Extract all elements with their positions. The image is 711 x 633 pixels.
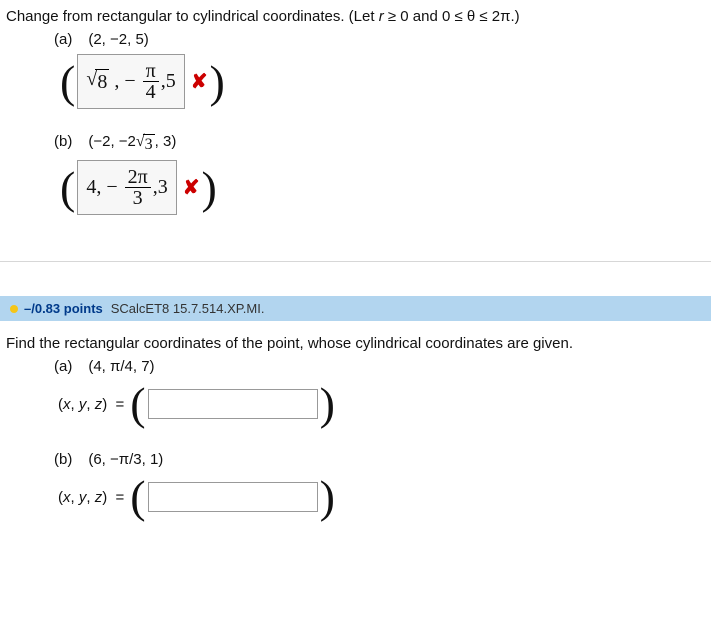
right-paren: ) bbox=[318, 381, 337, 427]
q2b-answer-row: (x, y, z) = ( ) bbox=[58, 474, 705, 520]
q2-prompt: Find the rectangular coordinates of the … bbox=[6, 335, 705, 352]
q1-part-b: (b) (−2, −2√3, 3) ( 4, − 2π3 ,3 ✘ ) bbox=[54, 133, 705, 215]
lhs-label: (x, y, z) = bbox=[58, 489, 124, 506]
divider bbox=[0, 261, 711, 262]
left-paren: ( bbox=[128, 474, 147, 520]
q2b-answer-input[interactable] bbox=[148, 482, 318, 512]
part-given: (−2, −2√3, 3) bbox=[88, 133, 176, 154]
lhs-label: (x, y, z) = bbox=[58, 396, 124, 413]
q2-part-b: (b) (6, −π/3, 1) (x, y, z) = ( ) bbox=[54, 451, 705, 520]
q2a-answer-input[interactable] bbox=[148, 389, 318, 419]
q1b-answer-row: ( 4, − 2π3 ,3 ✘ ) bbox=[58, 160, 705, 215]
question-2: Find the rectangular coordinates of the … bbox=[0, 321, 711, 562]
left-paren: ( bbox=[128, 381, 147, 427]
wrong-icon: ✘ bbox=[183, 175, 200, 200]
q1a-answer-box[interactable]: √8 , − π4 ,5 bbox=[77, 54, 184, 109]
q1-prompt: Change from rectangular to cylindrical c… bbox=[6, 8, 705, 25]
status-dot-icon bbox=[10, 305, 18, 313]
q2a-answer-row: (x, y, z) = ( ) bbox=[58, 381, 705, 427]
left-paren: ( bbox=[58, 59, 77, 105]
right-paren: ) bbox=[207, 59, 226, 105]
q2-part-a: (a) (4, π/4, 7) (x, y, z) = ( ) bbox=[54, 358, 705, 427]
part-given: (2, −2, 5) bbox=[88, 31, 148, 48]
sqrt-icon: √8 bbox=[86, 69, 109, 94]
part-label: (b) bbox=[54, 451, 72, 468]
wrong-icon: ✘ bbox=[191, 69, 208, 94]
fraction: π4 bbox=[143, 61, 159, 102]
points-label: –/0.83 points bbox=[24, 301, 103, 316]
part-given: (6, −π/3, 1) bbox=[88, 451, 163, 468]
right-paren: ) bbox=[318, 474, 337, 520]
q1a-answer-row: ( √8 , − π4 ,5 ✘ ) bbox=[58, 54, 705, 109]
part-given: (4, π/4, 7) bbox=[88, 358, 154, 375]
fraction: 2π3 bbox=[125, 167, 151, 208]
q1-part-a: (a) (2, −2, 5) ( √8 , − π4 ,5 ✘ ) bbox=[54, 31, 705, 109]
right-paren: ) bbox=[199, 165, 218, 211]
left-paren: ( bbox=[58, 165, 77, 211]
part-label: (a) bbox=[54, 358, 72, 375]
source-label: SCalcET8 15.7.514.XP.MI. bbox=[111, 301, 265, 316]
q1b-answer-box[interactable]: 4, − 2π3 ,3 bbox=[77, 160, 176, 215]
part-label: (a) bbox=[54, 31, 72, 48]
question-1: Change from rectangular to cylindrical c… bbox=[0, 0, 711, 257]
question-header: –/0.83 points SCalcET8 15.7.514.XP.MI. bbox=[0, 296, 711, 321]
part-label: (b) bbox=[54, 133, 72, 150]
